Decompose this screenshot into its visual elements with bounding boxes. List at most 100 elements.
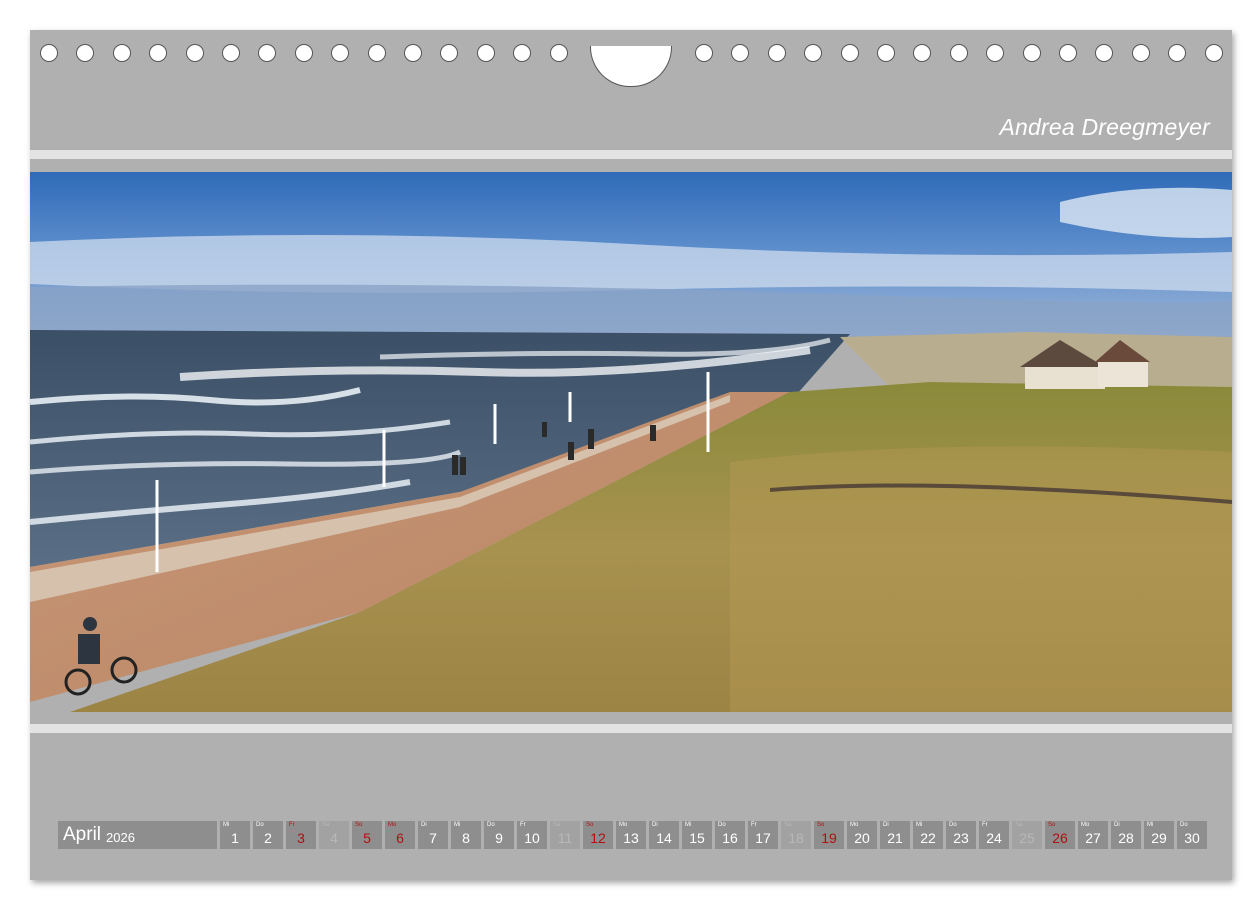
weekday-label: Do [718, 822, 726, 828]
binding-hole [476, 44, 495, 62]
day-number: 30 [1184, 830, 1200, 846]
binding-hole [149, 44, 168, 62]
calendar-day: Di 7 [418, 821, 448, 849]
calendar-day: Di 14 [649, 821, 679, 849]
binding-hole [913, 44, 932, 62]
day-number: 23 [953, 830, 969, 846]
weekday-label: Fr [751, 822, 757, 828]
calendar-day: Mi 8 [451, 821, 481, 849]
day-number: 26 [1052, 830, 1068, 846]
calendar-day: Fr 17 [748, 821, 778, 849]
calendar-day: So 26 [1045, 821, 1075, 849]
calendar-day: Sa 25 [1012, 821, 1042, 849]
weekday-label: Mo [619, 822, 628, 828]
calendar-day: Sa 4 [319, 821, 349, 849]
day-number: 8 [462, 830, 470, 846]
day-number: 28 [1118, 830, 1134, 846]
weekday-label: Di [652, 822, 658, 828]
bottom-divider-stripe [30, 724, 1232, 733]
day-number: 6 [396, 830, 404, 846]
weekday-label: Do [487, 822, 495, 828]
binding-hole [1022, 44, 1041, 62]
hanger-cutout [590, 46, 672, 87]
calendar-day: So 5 [352, 821, 382, 849]
weekday-label: Mo [850, 822, 859, 828]
binding-hole [767, 44, 786, 62]
calendar-day: Mo 6 [385, 821, 415, 849]
day-number: 22 [920, 830, 936, 846]
month-label-box: April 2026 [58, 821, 217, 849]
weekday-label: Do [949, 822, 957, 828]
day-number: 9 [495, 830, 503, 846]
author-name: Andrea Dreegmeyer [999, 114, 1210, 140]
binding-hole [731, 44, 750, 62]
calendar-strip: April 2026 Mi 1 Do 2 Fr 3 Sa 4 So 5 Mo 6 Di 7 Mi 8 Do 9 Fr… [58, 821, 1207, 849]
weekday-label: Mo [1081, 822, 1090, 828]
binding-hole [367, 44, 386, 62]
binding-hole [331, 44, 350, 62]
day-number: 10 [524, 830, 540, 846]
binding-hole [549, 44, 568, 62]
day-number: 21 [887, 830, 903, 846]
calendar-day: Fr 3 [286, 821, 316, 849]
binding-hole [112, 44, 131, 62]
calendar-day: Mo 27 [1078, 821, 1108, 849]
binding-hole [440, 44, 459, 62]
top-divider-stripe [30, 150, 1232, 159]
calendar-day: Mi 22 [913, 821, 943, 849]
day-number: 13 [623, 830, 639, 846]
calendar-day: Do 9 [484, 821, 514, 849]
calendar-day: Di 21 [880, 821, 910, 849]
calendar-day: Do 23 [946, 821, 976, 849]
binding-holes [30, 44, 1232, 87]
weekday-label: Sa [784, 822, 792, 828]
calendar-day: So 19 [814, 821, 844, 849]
day-number: 27 [1085, 830, 1101, 846]
day-number: 11 [557, 830, 573, 846]
binding-hole [222, 44, 240, 62]
binding-hole [1131, 44, 1150, 62]
weekday-label: Di [421, 822, 427, 828]
calendar-day: Do 16 [715, 821, 745, 849]
day-number: 2 [264, 830, 272, 846]
day-number: 5 [363, 830, 371, 846]
binding-hole [804, 44, 823, 62]
binding-hole [40, 44, 58, 62]
binding-hole [294, 44, 313, 62]
weekday-label: Mi [685, 822, 692, 828]
calendar-day: Mi 15 [682, 821, 712, 849]
day-number: 3 [297, 830, 305, 846]
day-number: 20 [854, 830, 870, 846]
binding-hole [513, 44, 532, 62]
weekday-label: Di [1114, 822, 1120, 828]
weekday-label: Mi [454, 822, 461, 828]
weekday-label: Fr [982, 822, 988, 828]
weekday-label: Mi [223, 822, 230, 828]
weekday-label: Di [883, 822, 889, 828]
binding-hole [258, 44, 277, 62]
month-name: April [63, 824, 102, 845]
calendar-day: Mo 20 [847, 821, 877, 849]
day-number: 25 [1019, 830, 1035, 846]
binding-hole [877, 44, 895, 62]
binding-hole [840, 44, 859, 62]
calendar-day: Mi 1 [220, 821, 250, 849]
weekday-label: Do [256, 822, 264, 828]
calendar-day: Di 28 [1111, 821, 1141, 849]
calendar-day: Fr 10 [517, 821, 547, 849]
weekday-label: Mo [388, 822, 397, 828]
binding-hole [1095, 44, 1114, 62]
binding-hole [76, 44, 95, 62]
binding-hole [1168, 44, 1187, 62]
binding-hole [185, 44, 204, 62]
weekday-label: Fr [289, 822, 295, 828]
calendar-day: Do 2 [253, 821, 283, 849]
binding-hole [986, 44, 1005, 62]
day-number: 19 [821, 830, 837, 846]
weekday-label: Sa [322, 822, 330, 828]
photo-beach-promenade [30, 172, 1232, 712]
weekday-label: Sa [1015, 822, 1023, 828]
day-number: 29 [1151, 830, 1167, 846]
year-label: 2026 [106, 829, 135, 845]
day-number: 1 [231, 830, 239, 846]
